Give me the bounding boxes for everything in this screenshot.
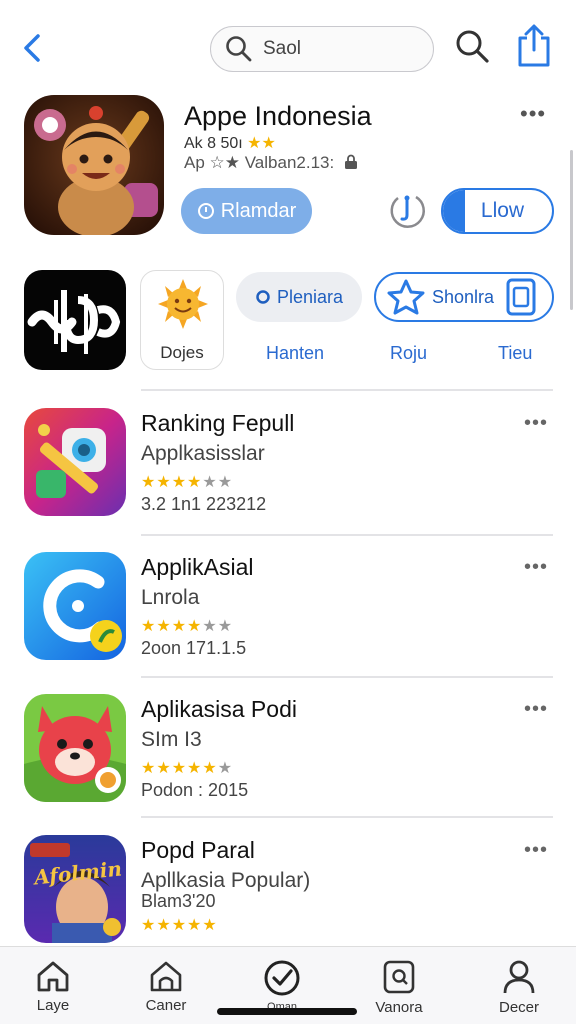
home-icon <box>37 961 69 992</box>
tab-label: Vanora <box>375 999 423 1016</box>
tab-label: Caner <box>145 997 187 1014</box>
category-tab[interactable]: Tieu <box>498 343 532 364</box>
get-button[interactable]: Llow <box>441 188 554 234</box>
category-card[interactable]: Dojes <box>140 270 224 370</box>
app-icon: Afolmin <box>24 835 126 943</box>
featured-detail-text: Ap ☆★ Valban2.13: <box>184 153 335 172</box>
brand-logo[interactable] <box>24 270 126 370</box>
app-name: Popd Paral <box>141 837 255 863</box>
featured-rating-stars: ★★ <box>247 135 276 152</box>
get-button-label: Llow <box>480 199 525 222</box>
app-name: ApplikAsial <box>141 554 254 580</box>
app-meta: 3.2 1n1 223212 <box>141 494 267 514</box>
house-icon <box>150 961 182 992</box>
info-icon <box>197 203 214 219</box>
featured-app-icon <box>24 95 164 235</box>
pill-featured[interactable]: Shonlra <box>374 272 554 322</box>
more-options-button[interactable]: ••• <box>524 556 548 579</box>
tab-item[interactable]: Decer <box>474 959 564 1016</box>
rating-stars: ★★★★★★ <box>141 474 234 491</box>
more-options-button[interactable]: ••• <box>524 839 548 862</box>
app-icon <box>24 408 126 516</box>
tab-item[interactable]: Vanora <box>354 959 444 1016</box>
search-input[interactable]: Saol <box>210 26 434 72</box>
refresh-icon <box>390 195 425 228</box>
app-name: Aplikasisa Podi <box>141 696 297 722</box>
rating-stars: ★★★★★ <box>141 917 218 934</box>
app-name: Ranking Fepull <box>141 410 295 436</box>
compass-icon <box>264 960 300 996</box>
divider <box>141 676 553 678</box>
app-category: Apllkasia Popular) <box>141 869 311 892</box>
app-icon <box>24 552 126 660</box>
more-options-button[interactable]: ••• <box>524 412 548 435</box>
app-category: SIm I3 <box>141 728 202 751</box>
pill-filter[interactable]: Pleniara <box>236 272 362 322</box>
featured-subtitle-text: Ak 8 50ı <box>184 135 243 152</box>
category-card-label: Dojes <box>160 343 204 362</box>
featured-app[interactable]: Appe Indonesia Ak 8 50ı ★★ Ap ☆★ Valban2… <box>0 95 576 245</box>
app-category: Applkasisslar <box>141 442 265 465</box>
person-icon <box>503 960 535 994</box>
share-icon <box>518 24 550 67</box>
share-button[interactable] <box>514 24 554 68</box>
search-box-icon <box>383 960 415 994</box>
category-tab[interactable]: Roju <box>390 343 427 364</box>
search-icon <box>226 36 252 62</box>
primary-button-label: Rlamdar <box>220 199 297 222</box>
refresh-button[interactable] <box>386 189 428 231</box>
app-list-item[interactable]: Aplikasisa Podi SIm I3 ★★★★★★ Podon : 20… <box>0 694 576 834</box>
sun-icon <box>158 279 208 329</box>
device-icon <box>506 278 536 316</box>
top-bar: Saol <box>0 0 576 95</box>
featured-app-detail: Ap ☆★ Valban2.13: <box>184 153 359 173</box>
rating-stars: ★★★★★★ <box>141 760 234 777</box>
app-category: Lnrola <box>141 586 200 609</box>
star-icon <box>387 279 425 315</box>
category-tab[interactable]: Hanten <box>266 343 324 364</box>
featured-app-title: Appe Indonesia <box>184 101 372 131</box>
more-options-button[interactable]: ••• <box>524 698 548 721</box>
pill-featured-label: Shonlra <box>432 286 495 307</box>
rating-stars: ★★★★★★ <box>141 618 234 635</box>
app-icon <box>24 694 126 802</box>
more-options-button[interactable]: ••• <box>520 101 546 127</box>
tab-item[interactable]: Oman <box>237 959 327 1013</box>
get-button-progress <box>443 190 465 232</box>
tab-label: Laye <box>36 997 70 1014</box>
app-meta: 2oon 171.1.5 <box>141 638 247 658</box>
search-icon <box>456 30 489 63</box>
search-text: Saol <box>263 38 302 59</box>
chevron-left-icon <box>24 34 40 62</box>
featured-primary-button[interactable]: Rlamdar <box>181 188 312 234</box>
divider <box>141 816 553 818</box>
divider <box>141 389 553 391</box>
app-meta: Podon : 2015 <box>141 780 249 800</box>
featured-app-subtitle: Ak 8 50ı ★★ <box>184 133 276 153</box>
lock-icon <box>344 154 357 169</box>
scrollbar[interactable] <box>570 150 573 310</box>
search-button[interactable] <box>454 28 492 66</box>
category-row: Dojes Pleniara Shonlra Hanten Roju Tieu <box>0 268 576 378</box>
tab-item[interactable]: Laye <box>8 959 98 1014</box>
circle-icon <box>256 290 270 304</box>
app-list-item[interactable]: Ranking Fepull Applkasisslar ★★★★★★ 3.2 … <box>0 408 576 548</box>
back-button[interactable] <box>16 30 52 66</box>
tab-item[interactable]: Caner <box>121 959 211 1014</box>
home-indicator[interactable] <box>217 1008 357 1015</box>
divider <box>141 534 553 536</box>
tab-label: Decer <box>498 999 539 1016</box>
pill-filter-label: Pleniara <box>276 286 344 307</box>
app-list-item[interactable]: ApplikAsial Lnrola ★★★★★★ 2oon 171.1.5 •… <box>0 552 576 692</box>
app-meta: Blam3'20 <box>141 891 216 911</box>
